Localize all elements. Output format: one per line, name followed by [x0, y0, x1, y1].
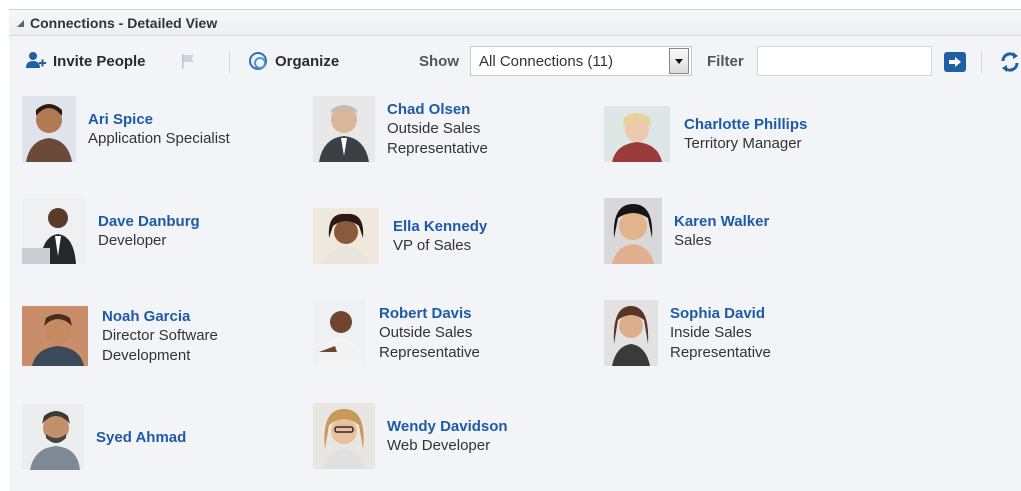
connection-title: Sales: [674, 231, 712, 249]
show-label: Show: [419, 52, 459, 70]
filter-input[interactable]: [757, 46, 932, 76]
show-select-value: All Connections (11): [479, 52, 613, 70]
disclosure-triangle-icon[interactable]: [17, 20, 24, 27]
filter-label-container: Filter: [707, 43, 744, 79]
invite-people-label: Invite People: [53, 52, 146, 70]
refresh-icon[interactable]: [999, 51, 1021, 73]
connection-card[interactable]: Charlotte Phillips Territory Manager: [604, 106, 807, 162]
flag-button[interactable]: [179, 43, 197, 79]
connection-name[interactable]: Wendy Davidson: [387, 417, 508, 436]
connection-title: Outside Sales Representative: [379, 323, 480, 361]
show-label-container: Show: [419, 43, 459, 79]
filter-go-button[interactable]: [944, 52, 966, 72]
connection-title: Inside Sales Representative: [670, 323, 771, 361]
connection-title: VP of Sales: [393, 236, 472, 254]
connection-card[interactable]: Wendy Davidson Web Developer: [313, 403, 508, 469]
panel-header[interactable]: Connections - Detailed View: [9, 10, 1021, 36]
connection-title: Outside Sales Representative: [387, 119, 488, 157]
avatar: [313, 208, 379, 264]
connection-title: Web Developer: [387, 436, 491, 454]
avatar: [313, 403, 375, 469]
avatar: [22, 306, 88, 366]
connection-card[interactable]: Ella Kennedy VP of Sales: [313, 208, 487, 264]
toolbar-separator: [229, 51, 230, 73]
avatar: [22, 198, 86, 264]
organize-icon: [249, 52, 267, 70]
show-select-dropdown-button[interactable]: [669, 48, 689, 74]
toolbar-separator-2: [981, 51, 982, 73]
connection-card[interactable]: Noah Garcia Director Software Developmen…: [22, 306, 218, 366]
toolbar: Invite People Organize Show All Connecti…: [9, 43, 1021, 79]
avatar: [22, 404, 84, 470]
avatar: [604, 300, 658, 366]
chevron-down-icon: [675, 58, 683, 64]
avatar: [604, 198, 662, 264]
connection-name[interactable]: Syed Ahmad: [96, 428, 186, 447]
connection-name[interactable]: Chad Olsen: [387, 100, 488, 119]
filter-label: Filter: [707, 52, 744, 70]
connection-name[interactable]: Robert Davis: [379, 304, 480, 323]
avatar: [313, 96, 375, 162]
connection-title: Developer: [98, 231, 167, 249]
arrow-right-icon: [949, 57, 961, 67]
connection-card[interactable]: Robert Davis Outside Sales Representativ…: [313, 300, 480, 366]
connection-title: Territory Manager: [684, 134, 802, 152]
connection-name[interactable]: Ari Spice: [88, 110, 230, 129]
show-select[interactable]: All Connections (11): [470, 46, 692, 76]
connection-title: Application Specialist: [88, 129, 230, 147]
connection-name[interactable]: Ella Kennedy: [393, 217, 487, 236]
add-person-icon: [26, 52, 46, 68]
panel-title: Connections - Detailed View: [30, 14, 218, 31]
avatar: [22, 96, 76, 162]
invite-people-button[interactable]: Invite People: [25, 43, 146, 79]
connection-name[interactable]: Noah Garcia: [102, 307, 218, 326]
connection-title: Director Software Development: [102, 326, 218, 364]
avatar: [604, 106, 670, 162]
connection-card[interactable]: Syed Ahmad: [22, 404, 186, 470]
connection-card[interactable]: Chad Olsen Outside Sales Representative: [313, 96, 488, 162]
organize-label: Organize: [275, 52, 340, 70]
flag-icon: [182, 54, 194, 69]
connection-card[interactable]: Sophia David Inside Sales Representative: [604, 300, 771, 366]
avatar: [313, 300, 365, 366]
connection-name[interactable]: Karen Walker: [674, 212, 769, 231]
connection-name[interactable]: Charlotte Phillips: [684, 115, 807, 134]
connection-card[interactable]: Dave Danburg Developer: [22, 198, 200, 264]
connection-name[interactable]: Sophia David: [670, 304, 771, 323]
connection-card[interactable]: Ari Spice Application Specialist: [22, 96, 230, 162]
organize-button[interactable]: Organize: [249, 43, 339, 79]
connection-name[interactable]: Dave Danburg: [98, 212, 200, 231]
connection-card[interactable]: Karen Walker Sales: [604, 198, 769, 264]
